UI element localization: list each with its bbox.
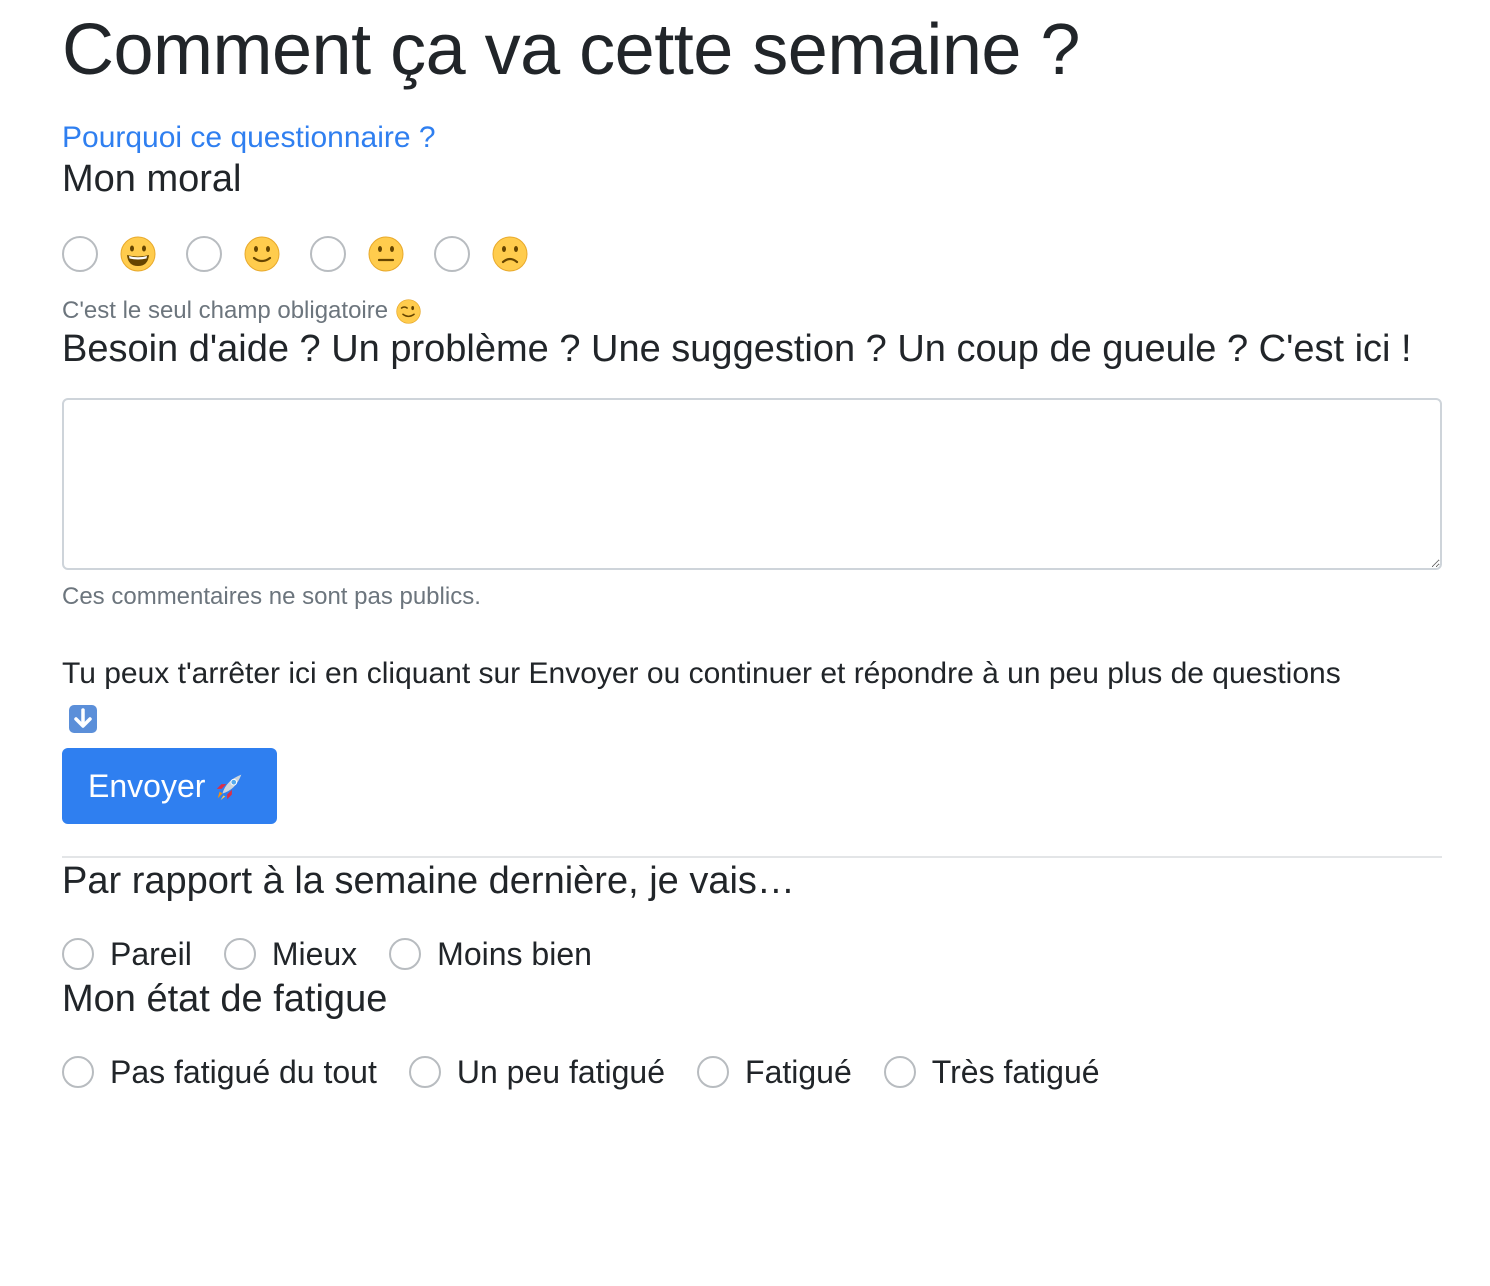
moral-option-grinning[interactable]	[62, 236, 156, 272]
moral-heading: Mon moral	[62, 158, 242, 200]
moral-option-frowning[interactable]	[434, 236, 528, 272]
comparison-heading: Par rapport à la semaine dernière, je va…	[62, 860, 795, 902]
slightly-frowning-face-icon	[492, 236, 528, 272]
rocket-icon	[217, 774, 242, 801]
submit-button[interactable]: Envoyer	[62, 748, 278, 824]
comparison-option-same[interactable]: Pareil	[62, 934, 192, 974]
comparison-label-better: Mieux	[271, 936, 358, 972]
survey-form: Comment ça va cette semaine ? Pourquoi c…	[62, 0, 1442, 1094]
fatigue-radio-none[interactable]	[62, 1056, 94, 1088]
comparison-radio-worse[interactable]	[389, 938, 422, 970]
fatigue-heading: Mon état de fatigue	[62, 978, 388, 1020]
fatigue-options: Pas fatigué du tout Un peu fatigué Fatig…	[62, 1050, 1442, 1094]
moral-help-text: C'est le seul champ obligatoire	[62, 296, 1442, 326]
moral-option-smiling[interactable]	[186, 236, 280, 272]
comparison-label-same: Pareil	[110, 936, 192, 972]
moral-help-label: C'est le seul champ obligatoire	[62, 297, 389, 324]
slightly-smiling-face-icon	[244, 236, 280, 272]
continue-instructions: Tu peux t'arrêter ici en cliquant sur En…	[62, 650, 1382, 746]
feedback-heading: Besoin d'aide ? Un problème ? Une sugges…	[62, 328, 1412, 370]
down-arrow-icon	[69, 705, 97, 733]
comparison-option-worse[interactable]: Moins bien	[389, 934, 592, 974]
comparison-options: Pareil Mieux Moins bien	[62, 932, 1442, 976]
grinning-face-icon	[120, 236, 156, 272]
fatigue-option-little[interactable]: Un peu fatigué	[408, 1052, 666, 1092]
fatigue-label-very: Très fatigué	[931, 1054, 1100, 1090]
moral-radio-1[interactable]	[62, 236, 98, 272]
submit-label: Envoyer	[88, 767, 206, 804]
moral-option-neutral[interactable]	[310, 236, 404, 272]
feedback-textarea[interactable]	[62, 398, 1442, 570]
moral-options	[62, 234, 1442, 274]
comparison-radio-same[interactable]	[62, 938, 94, 970]
moral-radio-2[interactable]	[186, 236, 222, 272]
fatigue-option-tired[interactable]: Fatigué	[697, 1052, 852, 1092]
comparison-label-worse: Moins bien	[437, 936, 592, 972]
comparison-option-better[interactable]: Mieux	[223, 934, 358, 974]
fatigue-label-none: Pas fatigué du tout	[110, 1054, 377, 1090]
moral-radio-3[interactable]	[310, 236, 346, 272]
continue-text: Tu peux t'arrêter ici en cliquant sur En…	[62, 657, 1341, 690]
fatigue-radio-very[interactable]	[883, 1056, 916, 1088]
fatigue-option-none[interactable]: Pas fatigué du tout	[62, 1052, 377, 1092]
fatigue-label-tired: Fatigué	[745, 1054, 852, 1090]
page-title: Comment ça va cette semaine ?	[62, 10, 1080, 90]
comparison-radio-better[interactable]	[223, 938, 256, 970]
moral-radio-4[interactable]	[434, 236, 470, 272]
why-questionnaire-link[interactable]: Pourquoi ce questionnaire ?	[62, 120, 436, 156]
fatigue-radio-little[interactable]	[408, 1056, 441, 1088]
winking-face-icon	[396, 298, 421, 324]
neutral-face-icon	[368, 236, 404, 272]
fatigue-label-little: Un peu fatigué	[456, 1054, 666, 1090]
feedback-help-text: Ces commentaires ne sont pas publics.	[62, 583, 481, 610]
fatigue-radio-tired[interactable]	[697, 1056, 730, 1088]
fatigue-option-very[interactable]: Très fatigué	[883, 1052, 1100, 1092]
